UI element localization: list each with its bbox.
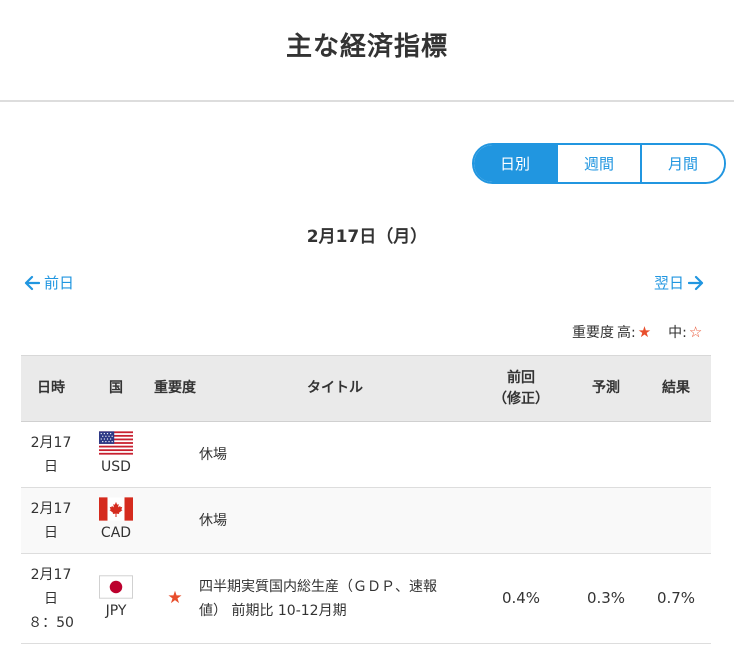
row-time: ８：50 (28, 614, 74, 631)
row-datetime: 2月17 日 (21, 497, 81, 545)
table-row: 2月17 日 USD 休場 (21, 422, 711, 488)
filled-star-icon: ★ (637, 323, 652, 341)
row-date-line2: 日 (44, 458, 58, 475)
row-title: 四半期実質国内総生産（ＧＤＰ、速報 値） 前期比 10-12月期 (199, 575, 471, 623)
row-title-line1: 休場 (199, 446, 227, 463)
row-title-line1: 休場 (199, 512, 227, 529)
page-title: 主な経済指標 (285, 32, 448, 62)
prev-day-label: 前日 (44, 274, 75, 292)
arrow-left-icon (24, 275, 40, 290)
legend-high-label: 高: (617, 325, 636, 341)
row-result: 0.7% (656, 589, 696, 607)
next-day-label: 翌日 (654, 274, 685, 292)
header-previous: 前回 （修正） (471, 368, 571, 410)
period-toggle: 日別 週間 月間 (472, 143, 726, 184)
tab-daily[interactable]: 日別 (474, 145, 556, 182)
row-date-line1: 2月17 (30, 434, 72, 451)
prev-day-link[interactable]: 前日 (24, 272, 78, 293)
row-forecast: 0.3% (586, 589, 626, 607)
table-row: 2月17 日 CAD 休場 (21, 488, 711, 554)
row-date-line2: 日 (44, 590, 58, 607)
header-time: 日時 (37, 380, 65, 396)
row-date-line2: 日 (44, 524, 58, 541)
header-previous-line1: 前回 (507, 369, 535, 386)
row-title-line1: 四半期実質国内総生産（ＧＤＰ、速報 (199, 578, 437, 595)
table-row: 2月17 日 ８：50 JPY ★ 四半期実質国内総生産（ＧＤＰ、速報 値） 前… (21, 554, 711, 644)
tab-monthly[interactable]: 月間 (640, 145, 724, 182)
row-currency: CAD (100, 525, 132, 541)
row-title: 休場 (199, 443, 471, 467)
tab-weekly[interactable]: 週間 (556, 145, 640, 182)
row-currency: USD (101, 459, 131, 475)
row-date-line1: 2月17 (30, 500, 72, 517)
legend-label: 重要度 (572, 325, 614, 341)
outline-star-icon: ☆ (688, 323, 703, 341)
header-title: タイトル (307, 380, 363, 396)
row-country: CAD (81, 497, 151, 544)
header-previous-line2: （修正） (493, 390, 549, 407)
legend-mid-label: 中: (668, 325, 687, 341)
importance-star-icon: ★ (167, 588, 183, 608)
row-title-line2: 値） 前期比 10-12月期 (199, 602, 347, 619)
row-title: 休場 (199, 509, 471, 533)
next-day-link[interactable]: 翌日 (650, 272, 704, 293)
indicator-table: 日時 国 重要度 タイトル 前回 （修正） 予測 結果 2月17 日 USD 休… (21, 355, 711, 644)
header-result: 結果 (662, 380, 690, 396)
row-country: JPY (81, 575, 151, 622)
arrow-right-icon (688, 275, 704, 290)
header-country: 国 (109, 380, 123, 396)
row-country: USD (81, 431, 151, 478)
row-datetime: 2月17 日 (21, 431, 81, 479)
header-forecast: 予測 (592, 380, 620, 396)
page-header: 主な経済指標 (0, 0, 734, 102)
row-currency: JPY (105, 603, 127, 619)
us-flag-icon (99, 431, 133, 455)
row-previous: 0.4% (501, 589, 541, 607)
header-importance: 重要度 (154, 380, 196, 396)
table-header: 日時 国 重要度 タイトル 前回 （修正） 予測 結果 (21, 355, 711, 422)
row-datetime: 2月17 日 ８：50 (21, 563, 81, 635)
japan-flag-icon (99, 575, 133, 599)
canada-flag-icon (99, 497, 133, 521)
importance-legend: 重要度 高: ★ 中: ☆ (572, 322, 705, 342)
current-date: 2月17日（月） (306, 227, 428, 247)
row-date-line1: 2月17 (30, 566, 72, 583)
